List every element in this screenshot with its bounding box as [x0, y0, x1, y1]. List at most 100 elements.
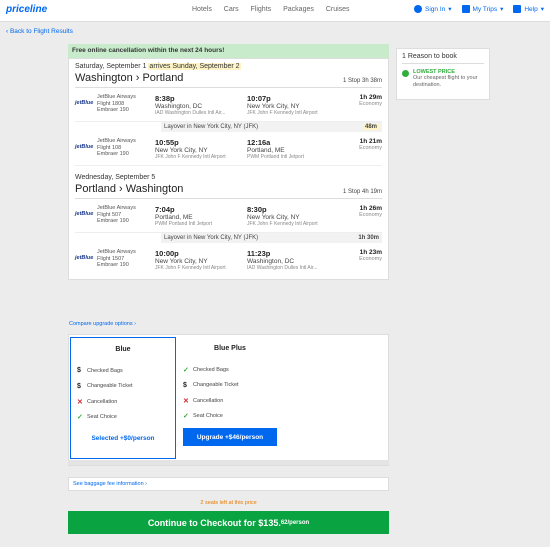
- arrival-airport: JFK John F Kennedy Intl Airport: [247, 221, 318, 227]
- jetblue-logo: jetBlue: [75, 100, 94, 106]
- help-label: Help: [524, 5, 538, 13]
- outbound-date: Saturday, September 1: [75, 63, 147, 70]
- reason-title: 1 Reason to book: [402, 53, 484, 64]
- chevron-down-icon: ▾: [448, 6, 452, 13]
- nav-cruises[interactable]: Cruises: [326, 6, 350, 13]
- layover-text: Layover in New York City, NY (JFK): [164, 235, 259, 241]
- reason-row: LOWEST PRICE Our cheapest flight to your…: [402, 69, 484, 88]
- priceline-logo[interactable]: priceline: [6, 4, 47, 15]
- plans-scrollbar[interactable]: [68, 460, 389, 465]
- fare-plans: Blue $ Checked Bags $ Changeable Ticket ✕ C…: [68, 334, 389, 466]
- nav-flights[interactable]: Flights: [251, 6, 272, 13]
- check-icon: ✓: [77, 414, 83, 422]
- feature-row: $ Checked Bags: [77, 363, 169, 379]
- duration: 1h 23m Economy: [345, 249, 382, 262]
- layover-time: 48m: [362, 124, 379, 130]
- outbound-segment: Saturday, September 1 arrives Sunday, Se…: [69, 59, 388, 168]
- arrival-city: New York City, NY: [247, 103, 300, 110]
- jetblue-logo: jetBlue: [75, 255, 94, 261]
- departure-airport: JFK John F Kennedy Intl Airport: [155, 265, 226, 271]
- return-segment: Wednesday, September 5 Portland › Washin…: [69, 168, 388, 279]
- reason-to-book: 1 Reason to book LOWEST PRICE Our cheape…: [396, 48, 490, 100]
- feature-row: ✕ Cancellation: [183, 393, 277, 409]
- layover-text: Layover in New York City, NY (JFK): [164, 124, 259, 130]
- baggage-fee-label: See baggage fee information: [73, 481, 144, 487]
- dollar-icon: $: [183, 381, 187, 389]
- cabin-class: Economy: [359, 145, 382, 151]
- departure: 7:04p Portland, ME PWM Portland Intl Jet…: [155, 205, 247, 227]
- feature-row: ✓ Seat Choice: [77, 410, 169, 426]
- plan-blue-plus[interactable]: Blue Plus ✓ Checked Bags $ Changeable Tick…: [177, 337, 283, 459]
- arrival-time: 8:30p: [247, 205, 267, 214]
- cabin-class: Economy: [359, 256, 382, 262]
- checkout-button[interactable]: Continue to Checkout for $135. 62/person: [68, 511, 389, 534]
- feature-label: Checked Bags: [87, 367, 123, 374]
- nav-cars[interactable]: Cars: [224, 6, 239, 13]
- return-route: Portland › Washington: [75, 183, 184, 195]
- x-icon: ✕: [77, 398, 83, 406]
- help-icon: [513, 5, 522, 13]
- user-icon: [414, 5, 423, 13]
- feature-label: Cancellation: [87, 398, 118, 405]
- departure-city: New York City, NY: [155, 258, 208, 265]
- selected-plan-button[interactable]: Selected +$0/person: [77, 429, 169, 447]
- compare-upgrade-label: Compare upgrade options: [69, 321, 133, 327]
- arrival-airport: IAD Washington Dulles Intl Air...: [247, 265, 318, 271]
- airline-info: JetBlue Airways Flight 1808 Embraer 190: [97, 94, 155, 114]
- cancellation-notice: Free online cancellation within the next…: [68, 44, 389, 58]
- duration: 1h 29m Economy: [345, 94, 382, 107]
- itinerary-column: Free online cancellation within the next…: [68, 44, 389, 280]
- jetblue-logo: jetBlue: [75, 211, 94, 217]
- departure-time: 10:55p: [155, 138, 179, 147]
- nav-packages[interactable]: Packages: [283, 6, 314, 13]
- flight-leg: jetBlue JetBlue Airways Flight 1507 Embr…: [75, 243, 382, 277]
- aircraft: Embraer 190: [97, 262, 129, 268]
- departure-city: Portland, ME: [155, 214, 193, 221]
- baggage-fee-link[interactable]: See baggage fee information ›: [68, 477, 389, 491]
- help-menu[interactable]: Help ▾: [513, 5, 544, 13]
- plan-name: Blue Plus: [214, 345, 246, 352]
- feature-label: Seat Choice: [87, 414, 117, 421]
- outbound-date-line: Saturday, September 1 arrives Sunday, Se…: [75, 63, 382, 70]
- my-trips-label: My Trips: [472, 5, 498, 13]
- account-nav: Sign In ▾ My Trips ▾ Help ▾: [414, 5, 544, 13]
- checkout-label: Continue to Checkout for $135.: [147, 517, 281, 528]
- duration: 1h 21m Economy: [345, 138, 382, 151]
- arrives-note: arrives Sunday, September 2: [148, 63, 241, 70]
- upgrade-button[interactable]: Upgrade +$46/person: [183, 428, 277, 446]
- duration: 1h 26m Economy: [345, 205, 382, 218]
- main-nav: Hotels Cars Flights Packages Cruises: [192, 6, 360, 13]
- feature-label: Cancellation: [193, 397, 224, 404]
- back-to-results-link[interactable]: ‹ Back to Flight Results: [6, 28, 73, 35]
- return-date: Wednesday, September 5: [75, 174, 156, 181]
- nav-hotels[interactable]: Hotels: [192, 6, 212, 13]
- outbound-route-row: Washington › Portland 1 Stop 3h 38m: [75, 72, 382, 88]
- departure: 10:00p New York City, NY JFK John F Kenn…: [155, 249, 247, 271]
- chevron-down-icon: ▾: [500, 6, 504, 13]
- compare-upgrade-link[interactable]: Compare upgrade options ›: [69, 321, 136, 327]
- my-trips-menu[interactable]: My Trips ▾: [461, 5, 504, 13]
- arrival-city: New York City, NY: [247, 214, 300, 221]
- departure-airport: IAD Washington Dulles Intl Air...: [155, 110, 226, 116]
- departure-time: 7:04p: [155, 205, 175, 214]
- feature-row: $ Changeable Ticket: [77, 379, 169, 395]
- arrival-time: 10:07p: [247, 94, 271, 103]
- aircraft: Embraer 190: [97, 151, 129, 157]
- dollar-icon: $: [77, 367, 81, 375]
- arrival-city: Washington, DC: [247, 258, 295, 265]
- plan-blue[interactable]: Blue $ Checked Bags $ Changeable Ticket ✕ C…: [70, 337, 176, 459]
- departure-airport: JFK John F Kennedy Intl Airport: [155, 154, 226, 160]
- outbound-stops: 1 Stop 3h 38m: [342, 78, 382, 84]
- feature-label: Changeable Ticket: [193, 382, 239, 389]
- departure: 8:38p Washington, DC IAD Washington Dull…: [155, 94, 247, 116]
- departure-time: 10:00p: [155, 249, 179, 258]
- leg-duration: 1h 23m: [359, 249, 382, 256]
- chevron-down-icon: ▾: [540, 6, 544, 13]
- feature-label: Checked Bags: [193, 366, 229, 373]
- airline-info: JetBlue Airways Flight 1507 Embraer 190: [97, 249, 155, 269]
- layover-time: 1h 30m: [358, 235, 379, 241]
- leg-duration: 1h 26m: [359, 205, 382, 212]
- cabin-class: Economy: [359, 101, 382, 107]
- arrival-time: 12:16a: [247, 138, 271, 147]
- sign-in-menu[interactable]: Sign In ▾: [414, 5, 452, 13]
